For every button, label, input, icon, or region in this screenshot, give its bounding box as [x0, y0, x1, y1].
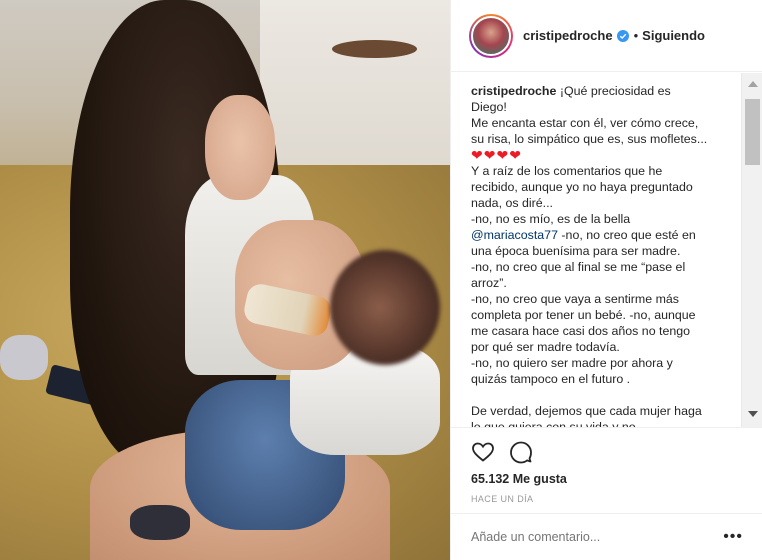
caption-line: lo que quiera con su vida y no... — [471, 420, 646, 427]
follow-button[interactable]: Siguiendo — [642, 28, 705, 43]
caption-line: nada, os diré... — [471, 196, 553, 210]
caption-line: su risa, lo simpático que es, sus moflet… — [471, 132, 708, 146]
caption-line: recibido, aunque yo no haya preguntado — [471, 180, 693, 194]
caption-line: arroz”. — [471, 276, 507, 290]
caption-line: -no, no creo que vaya a sentirme más — [471, 292, 679, 306]
comments-scrollbar[interactable] — [741, 73, 762, 427]
comment-bar: ••• — [451, 513, 762, 560]
post-header: cristipedroche • Siguiendo — [451, 0, 762, 72]
caption-line: -no, no quiero ser madre por ahora y — [471, 356, 673, 370]
caption-line: por qué ser madre todavía. — [471, 340, 620, 354]
scroll-up-arrow-icon[interactable] — [748, 81, 758, 87]
caption-line: -no, no creo que al final se me “pase el — [471, 260, 686, 274]
photo-cloth — [0, 335, 48, 380]
separator-dot: • — [633, 28, 639, 43]
caption-line: ¡Qué preciosidad es — [559, 84, 671, 98]
comment-icon[interactable] — [509, 440, 533, 464]
more-options-icon[interactable]: ••• — [723, 528, 743, 546]
caption-line: Me encanta estar con él, ver cómo crece, — [471, 116, 699, 130]
avatar[interactable] — [469, 13, 513, 58]
scroll-down-arrow-icon[interactable] — [748, 411, 758, 417]
heart-icon[interactable] — [471, 440, 495, 464]
photo-baby-head — [330, 250, 440, 365]
comments-area[interactable]: cristipedroche ¡Qué preciosidad es Diego… — [451, 73, 741, 427]
post-sidebar: cristipedroche • Siguiendo cristipedroch… — [450, 0, 762, 560]
avatar-image — [471, 15, 511, 56]
action-icons — [471, 440, 533, 464]
caption-line: Y a raíz de los comentarios que he — [471, 164, 663, 178]
post-photo[interactable] — [0, 0, 450, 560]
scrollbar-thumb[interactable] — [745, 99, 760, 165]
comment-input[interactable] — [471, 530, 724, 544]
caption-line: De verdad, dejemos que cada mujer haga — [471, 404, 702, 418]
username-link[interactable]: cristipedroche — [523, 28, 613, 43]
mention-link[interactable]: @mariacosta77 — [471, 228, 558, 242]
caption-line: una época buenísima para ser madre. — [471, 244, 681, 258]
photo-table — [332, 40, 417, 58]
caption-username[interactable]: cristipedroche — [471, 84, 556, 98]
caption-line: quizás tampoco en el futuro . — [471, 372, 631, 386]
caption-line: Diego! — [471, 100, 507, 114]
hearts-emoji: ❤❤❤❤ — [471, 147, 522, 163]
caption-line: -no, no es mío, es de la bella — [471, 212, 631, 226]
caption: cristipedroche ¡Qué preciosidad es Diego… — [471, 83, 739, 427]
caption-line: -no, no creo que esté en — [561, 228, 696, 242]
caption-line: completa por tener un bebé. -no, aunque — [471, 308, 696, 322]
photo-face — [205, 95, 275, 200]
caption-line: me casara hace casi dos años no tengo — [471, 324, 691, 338]
verified-icon — [616, 29, 629, 42]
photo-shoe — [130, 505, 190, 540]
likes-count[interactable]: 65.132 Me gusta — [471, 472, 567, 486]
post-timestamp: HACE UN DÍA — [471, 494, 534, 504]
